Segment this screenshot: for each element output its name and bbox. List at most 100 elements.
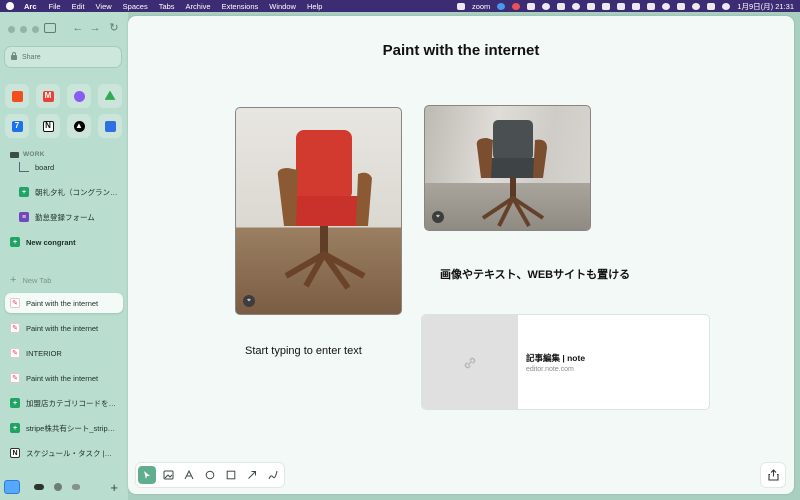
app-status-icon[interactable] xyxy=(557,2,566,10)
zoom-status[interactable]: zoom xyxy=(472,2,490,11)
clock-icon[interactable] xyxy=(602,2,611,10)
menu-edit[interactable]: Edit xyxy=(72,2,85,11)
space-personal-icon[interactable] xyxy=(54,483,62,491)
canvas-text-placeholder[interactable]: Start typing to enter text xyxy=(245,344,405,358)
info-icon[interactable] xyxy=(497,2,506,10)
forward-arrow-icon[interactable]: → xyxy=(89,23,101,34)
menu-tabs[interactable]: Tabs xyxy=(159,2,175,11)
apple-icon[interactable] xyxy=(6,2,14,10)
grid-icon[interactable] xyxy=(527,2,536,10)
sidebar-folder-new-congrant[interactable]: + New congrant xyxy=(5,232,123,252)
battery-icon[interactable] xyxy=(647,2,656,10)
bluetooth-icon[interactable] xyxy=(617,2,626,10)
target-icon[interactable] xyxy=(542,2,551,10)
favorite-notion[interactable]: N xyxy=(36,114,60,138)
favorite-drive[interactable] xyxy=(98,84,122,108)
red-chair-illustration xyxy=(277,130,372,290)
image-tool-icon[interactable] xyxy=(159,466,177,484)
resize-handle-icon[interactable]: ⌖ xyxy=(432,211,444,223)
google-sheets-icon: + xyxy=(10,398,20,408)
select-tool-icon[interactable] xyxy=(138,466,156,484)
pen-tool-icon[interactable] xyxy=(180,466,198,484)
notion-icon: N xyxy=(42,120,54,132)
favorite-gmail[interactable]: M xyxy=(36,84,60,108)
resize-handle-icon[interactable]: ⌖ xyxy=(243,295,255,307)
tab-paint-active[interactable]: ✎ Paint with the internet xyxy=(5,293,123,313)
hash-icon[interactable] xyxy=(456,2,465,10)
clock-datetime[interactable]: 1月9日(月) 21:31 xyxy=(737,1,794,12)
app-blue-icon xyxy=(104,120,116,132)
square-tool-icon[interactable] xyxy=(222,466,240,484)
red-chair-image[interactable]: ⌖ xyxy=(235,107,402,315)
google-sheets-icon: + xyxy=(19,187,29,197)
link-icon xyxy=(464,357,476,369)
menu-archive[interactable]: Archive xyxy=(186,2,211,11)
menu-view[interactable]: View xyxy=(96,2,112,11)
menu-file[interactable]: File xyxy=(49,2,61,11)
share-button[interactable] xyxy=(760,462,786,488)
sidebar-item-attendance-form[interactable]: ≡ 勤怠登録フォーム xyxy=(5,207,123,227)
page-title[interactable]: Paint with the internet xyxy=(128,42,794,59)
search-icon[interactable] xyxy=(692,2,701,10)
favorite-vercel[interactable]: ▲ xyxy=(67,114,91,138)
link-card-title: 記事編集 | note xyxy=(526,353,586,363)
menu-app-name[interactable]: Arc xyxy=(24,2,37,11)
sidebar-item-morning-sheet[interactable]: + 朝礼夕礼（コングラン… xyxy=(5,182,123,202)
menu-spaces[interactable]: Spaces xyxy=(123,2,148,11)
back-arrow-icon[interactable]: ← xyxy=(72,23,84,34)
tab-label: Paint with the internet xyxy=(26,323,99,333)
tab-label: INTERIOR xyxy=(26,348,62,358)
circle-tool-icon[interactable] xyxy=(201,466,219,484)
library-icon[interactable] xyxy=(4,480,20,494)
add-space-icon[interactable]: + xyxy=(110,480,118,495)
favorite-calendar[interactable]: 7 xyxy=(5,114,29,138)
reload-icon[interactable]: ↻ xyxy=(108,23,120,34)
tab-interior[interactable]: ✎ INTERIOR xyxy=(5,343,123,363)
scribble-tool-icon[interactable] xyxy=(264,466,282,484)
zoom-window-button[interactable] xyxy=(32,26,39,33)
arc-easel-icon: ✎ xyxy=(10,348,20,358)
cloud-icon[interactable] xyxy=(572,2,581,10)
menu-extensions[interactable]: Extensions xyxy=(222,2,259,11)
tab-stripe-sheet[interactable]: + stripe株共有シート_strip… xyxy=(5,418,123,438)
tab-merchant-category[interactable]: + 加盟店カテゴリコードを… xyxy=(5,393,123,413)
sidebar-toggle-icon[interactable] xyxy=(44,23,56,33)
window-manager-icon[interactable] xyxy=(632,2,641,10)
tab-paint-3[interactable]: ✎ Paint with the internet xyxy=(5,368,123,388)
link-card-note[interactable]: 記事編集 | note editor.note.com xyxy=(421,314,710,410)
close-window-button[interactable] xyxy=(8,26,15,33)
favorite-figma[interactable] xyxy=(5,84,29,108)
black-chair-image[interactable]: ⌖ xyxy=(424,105,591,231)
sidebar-item-board[interactable]: board xyxy=(5,157,123,177)
easel-canvas[interactable]: Paint with the internet ⌖ ⌖ 画像やテキスト、WEBサ… xyxy=(128,16,794,494)
favorite-messenger[interactable] xyxy=(67,84,91,108)
black-chair-illustration xyxy=(476,120,547,227)
url-bar[interactable]: Share xyxy=(4,46,122,68)
gmail-icon: M xyxy=(42,90,54,102)
lock-icon xyxy=(11,51,17,60)
arrow-tool-icon[interactable] xyxy=(243,466,261,484)
minimize-window-button[interactable] xyxy=(20,26,27,33)
user-icon[interactable] xyxy=(707,2,716,10)
google-sheets-icon: + xyxy=(10,237,20,247)
siri-icon[interactable] xyxy=(722,2,731,10)
new-tab-button[interactable]: + New Tab xyxy=(10,274,51,286)
tab-paint-2[interactable]: ✎ Paint with the internet xyxy=(5,318,123,338)
control-center-icon[interactable] xyxy=(677,2,686,10)
tab-label: Paint with the internet xyxy=(26,298,99,308)
status-area: zoom 1月9日(月) 21:31 xyxy=(456,1,794,12)
wifi-icon[interactable] xyxy=(662,2,671,10)
tab-label: Paint with the internet xyxy=(26,373,99,383)
menu-window[interactable]: Window xyxy=(269,2,296,11)
space-work-icon[interactable] xyxy=(34,484,44,490)
google-sheets-icon: + xyxy=(10,423,20,433)
canvas-text-heading[interactable]: 画像やテキスト、WEBサイトも置ける xyxy=(440,266,630,282)
favorite-app[interactable] xyxy=(98,114,122,138)
url-bar-label: Share xyxy=(22,53,41,61)
menu-help[interactable]: Help xyxy=(307,2,322,11)
notification-badge-icon[interactable] xyxy=(512,2,521,10)
display-icon[interactable] xyxy=(587,2,596,10)
tab-schedule-notion[interactable]: N スケジュール・タスク |… xyxy=(5,443,123,463)
space-other-icon[interactable] xyxy=(72,484,80,490)
tab-label: 加盟店カテゴリコードを… xyxy=(26,398,116,408)
